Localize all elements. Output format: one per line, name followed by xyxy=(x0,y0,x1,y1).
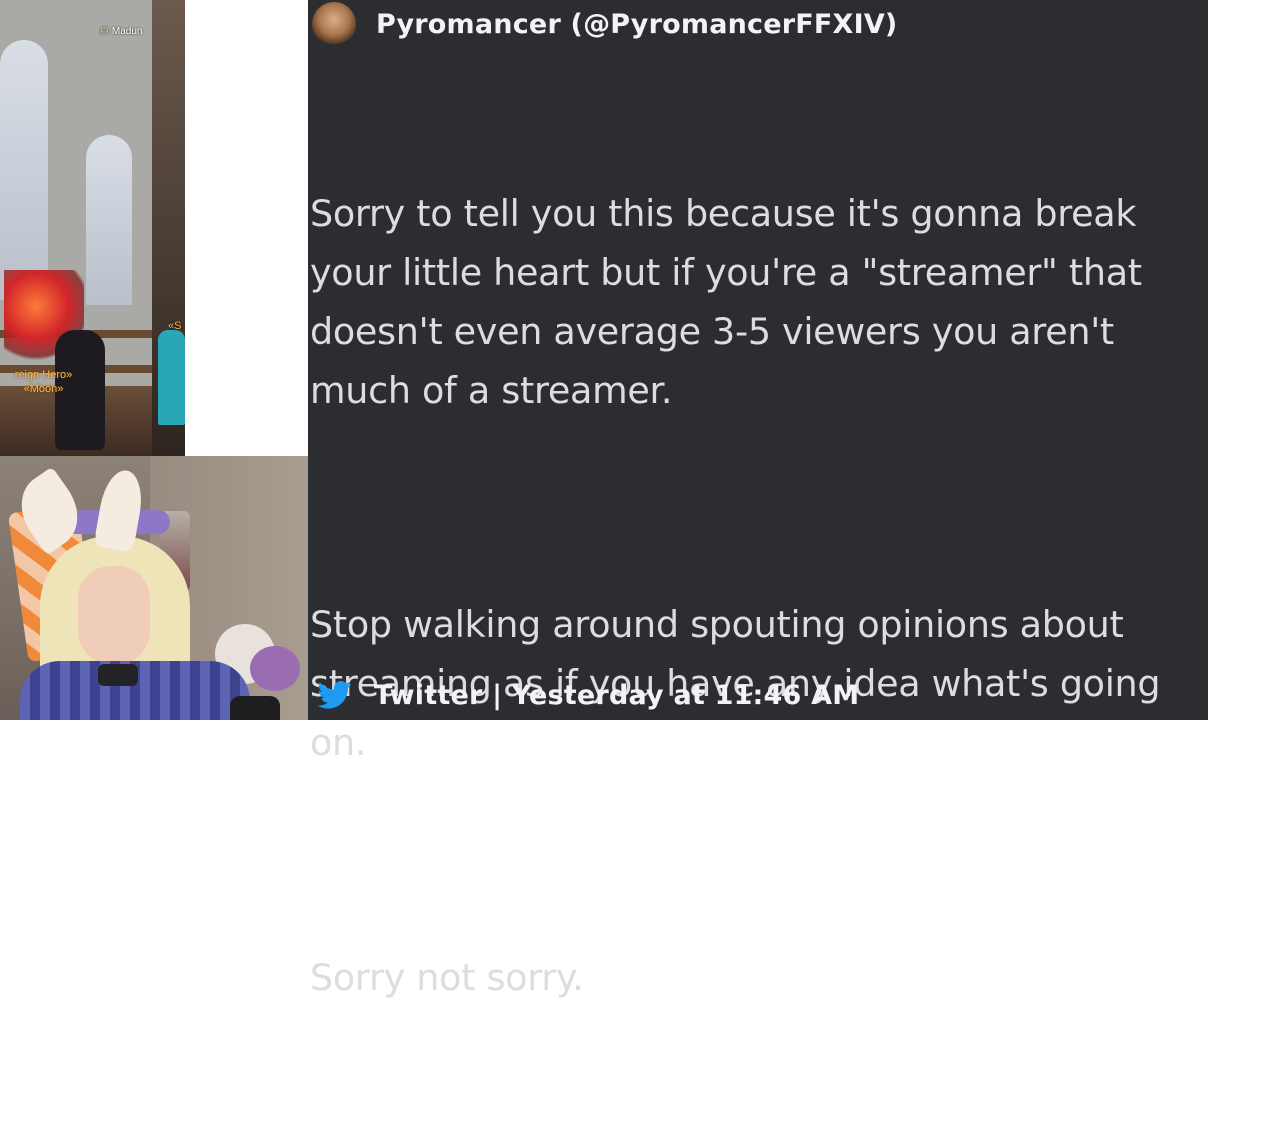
embed-author[interactable]: Pyromancer (@PyromancerFFXIV) xyxy=(312,0,897,54)
tweet-embed: Pyromancer (@PyromancerFFXIV) Sorry to t… xyxy=(308,0,1208,999)
nameplate-name: «Moon» xyxy=(23,383,64,395)
twitter-bird-icon xyxy=(318,680,352,709)
streamer-face xyxy=(78,566,150,666)
chair xyxy=(230,696,280,720)
tweet-paragraph: Sorry not sorry. xyxy=(310,955,584,999)
character-nameplate: reign Hero» «Moon» xyxy=(0,368,91,396)
plush-toy xyxy=(250,646,300,691)
game-capture: ☊ Madun reign Hero» «Moon» «S xyxy=(0,0,185,456)
author-avatar[interactable] xyxy=(312,2,356,46)
window-arch xyxy=(86,135,132,305)
nameplate-right: «S xyxy=(168,320,182,332)
headset-icon: ☊ xyxy=(100,26,109,37)
hud-player-info: ☊ Madun xyxy=(100,26,142,37)
nameplate-title: reign Hero» xyxy=(14,369,73,381)
embed-footer: Twitter | Yesterday at 11:46 AM xyxy=(318,672,859,718)
character xyxy=(158,330,185,425)
bow-tie xyxy=(98,664,138,686)
hud-player-name: Madun xyxy=(111,26,143,37)
window-arch xyxy=(0,40,48,300)
footer-text: Twitter | Yesterday at 11:46 AM xyxy=(374,679,860,711)
tweet-paragraph: Sorry to tell you this because it's gonn… xyxy=(310,192,1154,412)
tweet-body: Sorry to tell you this because it's gonn… xyxy=(310,68,1190,1125)
author-name[interactable]: Pyromancer (@PyromancerFFXIV) xyxy=(376,9,897,40)
webcam-feed xyxy=(0,456,312,720)
